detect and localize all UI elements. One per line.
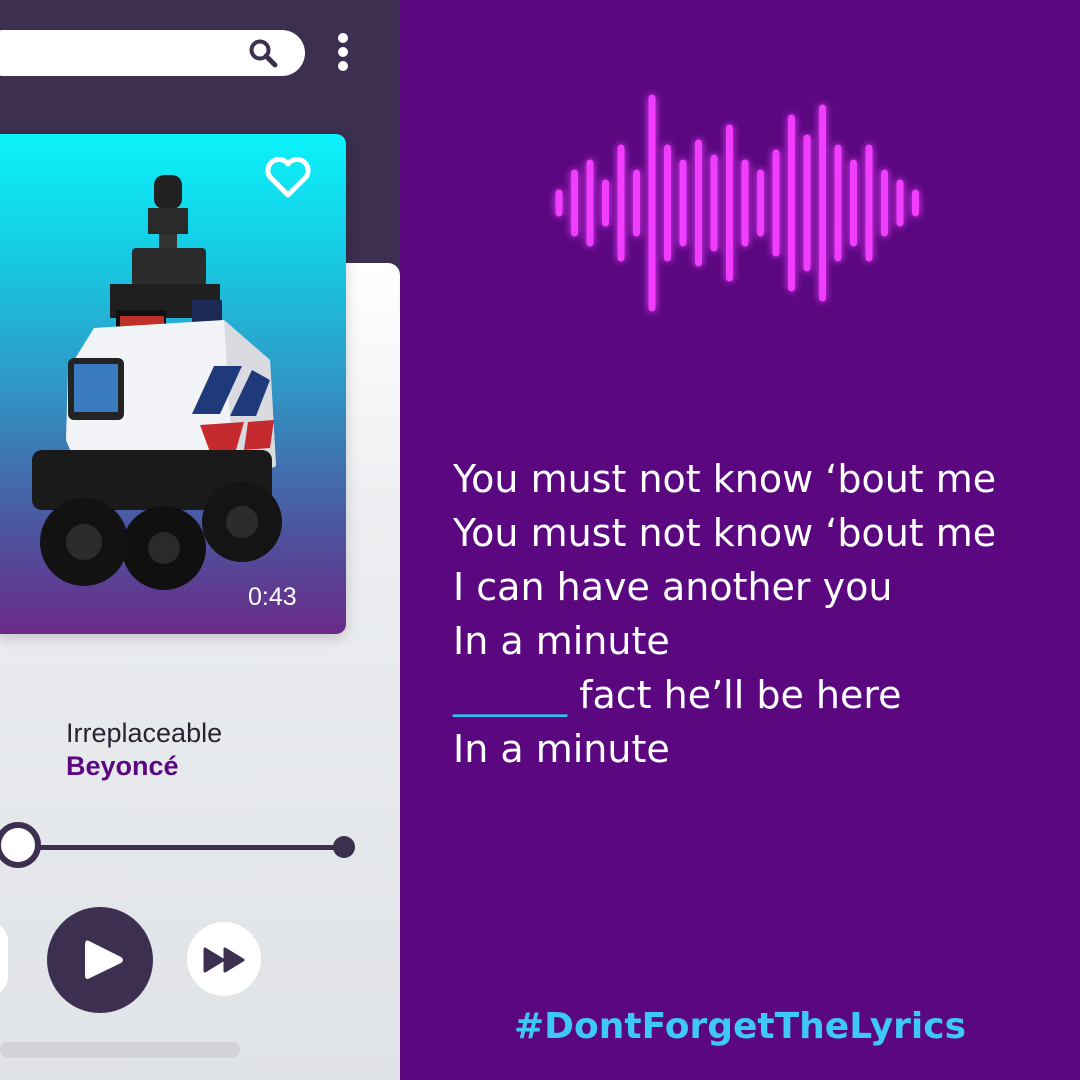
hashtag: #DontForgetTheLyrics (513, 1006, 967, 1047)
play-icon (85, 940, 123, 979)
artist-name: Beyoncé (66, 751, 179, 781)
lyric-blank: ______ (453, 673, 567, 717)
heart-icon[interactable] (263, 155, 313, 199)
search-icon[interactable] (248, 38, 278, 68)
lyric-line: In a minute (453, 619, 670, 663)
lyric-line: In a minute (453, 727, 670, 771)
fast-forward-button[interactable] (187, 922, 261, 996)
audio-waveform-icon (555, 94, 919, 312)
lyric-line: You must not know ‘bout me (453, 457, 997, 501)
play-button[interactable] (47, 907, 153, 1013)
seek-bar[interactable] (20, 845, 345, 850)
lyric-line-with-blank: ______ fact he’ll be here (453, 668, 1073, 722)
album-art-robot-image (32, 175, 282, 590)
track-time: 0:43 (248, 583, 297, 611)
lyrics-block: You must not know ‘bout me You must not … (453, 452, 1073, 776)
lyric-line: You must not know ‘bout me (453, 511, 997, 555)
fast-forward-icon (203, 947, 245, 973)
song-title: Irreplaceable (66, 718, 223, 748)
seek-bar-end (333, 836, 355, 858)
player-frame: 0:43 Irreplaceable Beyoncé (0, 0, 400, 1080)
more-vertical-icon[interactable] (334, 30, 352, 76)
lyric-line: I can have another you (453, 565, 893, 609)
lyric-text: fact he’ll be here (567, 673, 902, 717)
search-input[interactable] (0, 30, 305, 76)
